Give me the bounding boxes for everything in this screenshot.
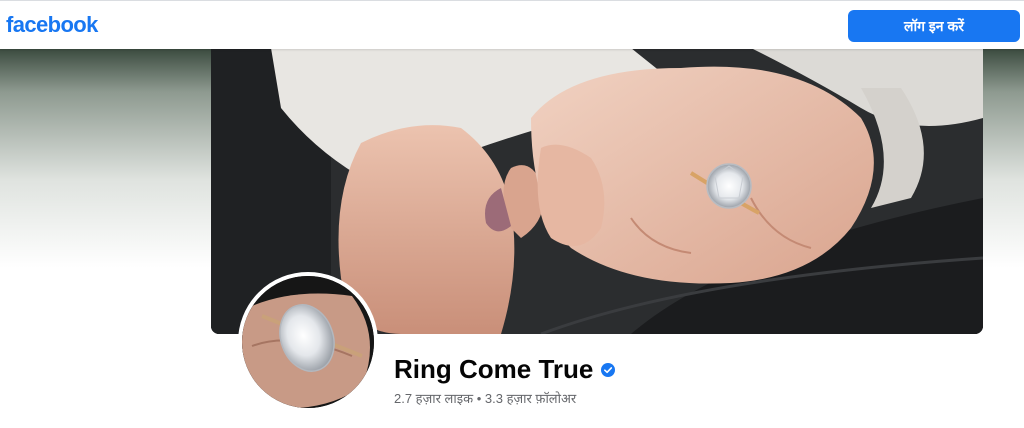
profile-picture[interactable] xyxy=(238,272,378,412)
stats-separator: • xyxy=(476,391,482,406)
likes-count[interactable]: 2.7 हज़ार लाइक xyxy=(394,391,473,406)
page-title: Ring Come True xyxy=(394,354,616,385)
facebook-logo[interactable]: facebook xyxy=(6,12,98,38)
top-navigation-bar: facebook लॉग इन करें xyxy=(0,0,1024,49)
followers-count[interactable]: 3.3 हज़ार फ़ॉलोअर xyxy=(485,391,576,406)
page-stats: 2.7 हज़ार लाइक • 3.3 हज़ार फ़ॉलोअर xyxy=(394,389,576,407)
page-name-text[interactable]: Ring Come True xyxy=(394,354,593,385)
login-button[interactable]: लॉग इन करें xyxy=(848,10,1020,42)
verified-badge-icon xyxy=(601,362,616,377)
profile-picture-image xyxy=(242,276,374,408)
